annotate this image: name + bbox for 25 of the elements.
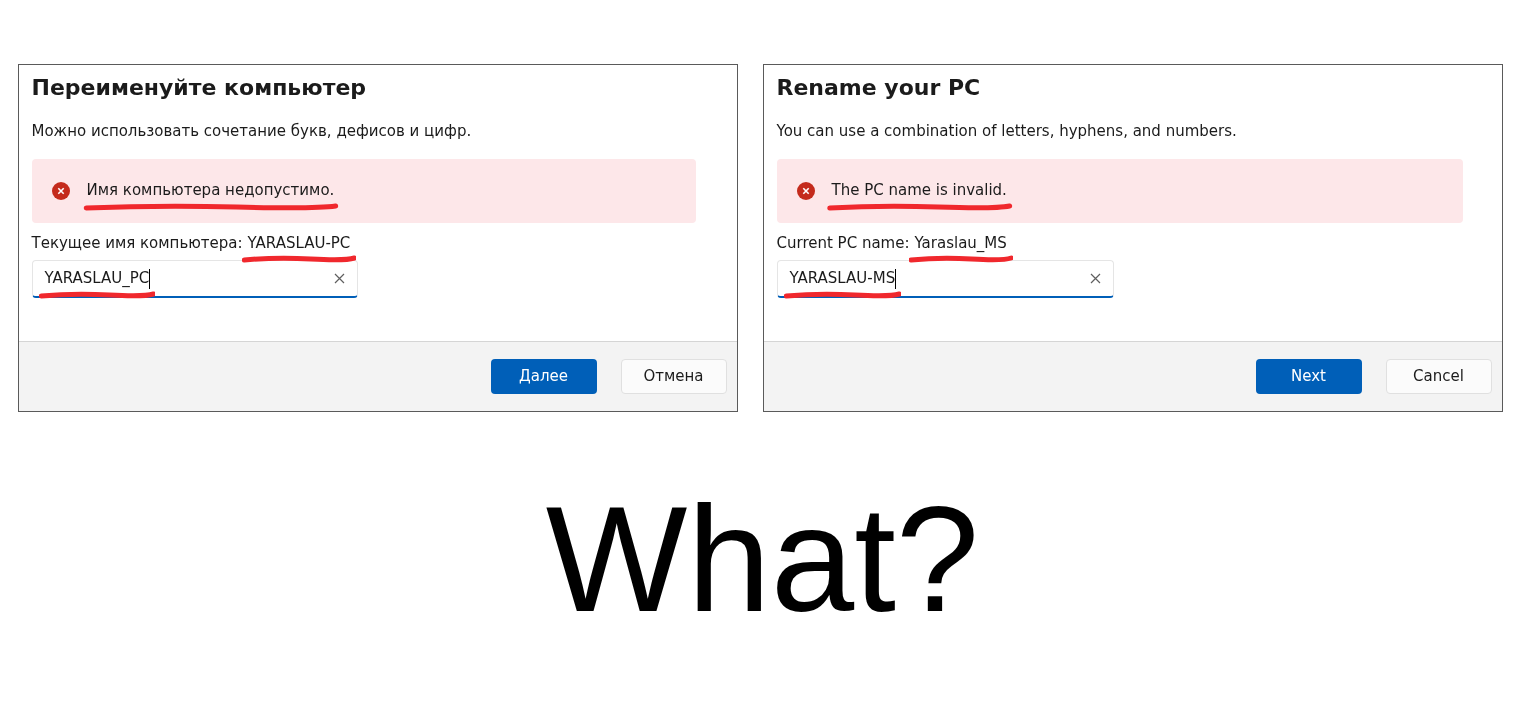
error-message: Имя компьютера недопустимо. <box>86 179 335 202</box>
caption: What? <box>545 474 980 644</box>
name-field[interactable]: YARASLAU_PC <box>31 260 358 298</box>
current-name-value: YARASLAU-PC <box>247 231 351 254</box>
dialog-title: Переименуйте компьютер <box>31 74 368 102</box>
description: You can use a combination of letters, hyphens, and numbers. <box>776 121 1238 142</box>
field-value: YARASLAU_PC <box>44 267 150 290</box>
error-icon <box>796 181 815 200</box>
current-name-label: Текущее имя компьютера: <box>31 232 243 254</box>
current-name-value: Yaraslau_MS <box>914 231 1007 254</box>
close-icon[interactable] <box>333 273 345 284</box>
error-message: The PC name is invalid. <box>831 179 1007 202</box>
field-value: YARASLAU-MS <box>789 267 896 290</box>
name-field[interactable]: YARASLAU-MS <box>776 260 1114 298</box>
cancel-button[interactable]: Отмена <box>620 359 727 394</box>
close-icon[interactable] <box>1089 273 1101 284</box>
dialog-title: Rename your PC <box>776 74 982 102</box>
text-caret <box>149 268 151 289</box>
error-icon <box>51 181 70 200</box>
text-caret <box>895 268 897 289</box>
description: Можно использовать сочетание букв, дефисов и цифр. <box>31 121 473 142</box>
current-name-label: Current PC name: <box>776 232 910 254</box>
primary-button[interactable]: Далее <box>490 359 597 394</box>
cancel-button[interactable]: Cancel <box>1385 359 1492 394</box>
primary-button[interactable]: Next <box>1255 359 1362 394</box>
